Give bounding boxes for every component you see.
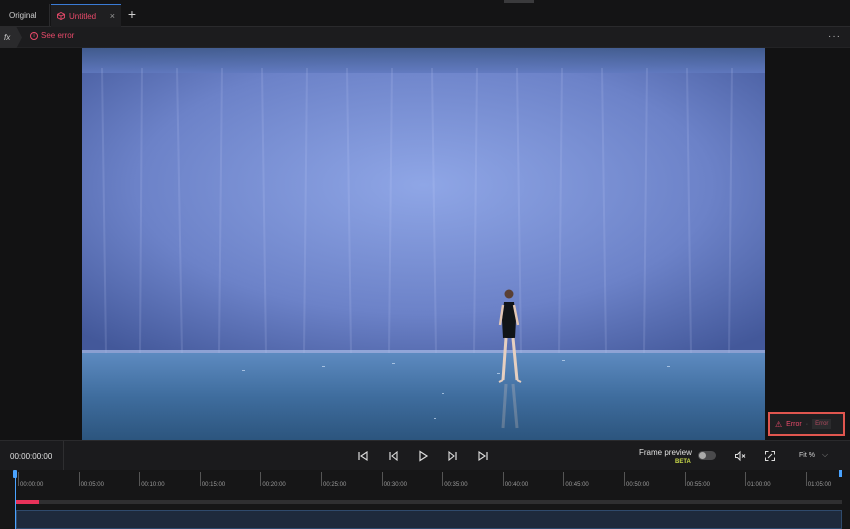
track-progress — [16, 500, 39, 504]
error-indicator[interactable]: ⚠ Error · Error — [768, 412, 845, 436]
timeline-tick — [805, 472, 807, 486]
expand-icon — [765, 451, 775, 461]
tab-untitled[interactable]: Untitled × — [51, 4, 121, 27]
timeline-tick — [321, 472, 322, 486]
timeline-tick — [260, 472, 262, 486]
timeline-tick — [684, 472, 686, 486]
play-button[interactable] — [416, 449, 430, 463]
timeline-tick-label: 00:35:00 — [444, 482, 468, 488]
divider — [63, 441, 64, 471]
timeline-tick — [199, 472, 201, 486]
mute-button[interactable] — [733, 449, 747, 463]
toggle-knob — [699, 452, 706, 459]
speaker-muted-icon — [735, 450, 746, 462]
play-icon — [419, 450, 429, 462]
previous-frame-button[interactable] — [386, 449, 400, 463]
timeline-tick-label: 00:30:00 — [383, 482, 407, 488]
stage-scene — [82, 48, 765, 440]
window-notch — [504, 0, 534, 3]
add-tab-icon[interactable]: + — [125, 6, 139, 22]
close-icon[interactable]: × — [110, 11, 115, 21]
beta-badge: BETA — [675, 459, 691, 465]
see-error-button[interactable]: i See error — [30, 31, 74, 40]
frame-preview-toggle[interactable] — [698, 451, 716, 460]
fx-icon: fx — [4, 33, 11, 42]
warning-icon: ⚠ — [775, 419, 783, 429]
timeline-tick-label: 00:00:00 — [20, 482, 44, 488]
timeline[interactable]: 00:00:00 00:05:00 00:10:00 00:15:00 00:20:00… — [0, 470, 850, 529]
timeline-tick-label: 00:10:00 — [141, 482, 165, 488]
previous-frame-icon — [389, 450, 398, 462]
timeline-tick — [502, 472, 504, 486]
timeline-tick-label: 01:05:00 — [807, 482, 832, 488]
error-sub-label: Error — [812, 419, 832, 429]
timeline-tick-label: 00:25:00 — [323, 482, 347, 488]
see-error-label: See error — [41, 31, 75, 40]
timeline-tick — [624, 472, 625, 486]
timeline-tick — [139, 472, 141, 486]
playback-controls: 00:00:00:00 Frame preview BETA Fit % ⌵ — [0, 440, 850, 471]
video-clip[interactable] — [16, 510, 842, 529]
separator-icon: · — [805, 420, 809, 428]
tab-bar: Original Untitled × + — [0, 0, 850, 27]
track-bar[interactable] — [16, 500, 842, 504]
next-frame-icon — [448, 450, 457, 462]
next-frame-button[interactable] — [446, 449, 460, 463]
timeline-tick-label: 00:40:00 — [504, 482, 529, 488]
timeline-tick — [442, 472, 444, 486]
toolbar: fx i See error ··· — [0, 27, 850, 48]
fx-button[interactable]: fx — [0, 27, 22, 48]
timeline-tick-label: 00:15:00 — [201, 482, 226, 488]
tab-untitled-label: Untitled — [69, 11, 97, 21]
tab-original-label: Original — [9, 11, 37, 20]
skip-to-end-button[interactable] — [476, 449, 490, 463]
chevron-down-icon[interactable]: ⌵ — [822, 450, 828, 460]
video-viewer — [0, 48, 850, 440]
video-frame[interactable] — [82, 48, 765, 440]
timeline-tick — [381, 472, 383, 486]
end-marker[interactable] — [839, 470, 842, 477]
timeline-tick-label: 01:00:00 — [747, 482, 771, 488]
timeline-ruler[interactable]: 00:00:00 00:05:00 00:10:00 00:15:00 00:20:00… — [0, 470, 850, 492]
tab-original[interactable]: Original — [0, 4, 50, 27]
frame-preview-label: Frame preview — [639, 448, 692, 457]
zoom-fit-select[interactable]: Fit % — [799, 452, 815, 459]
error-label: Error — [786, 420, 802, 428]
timeline-tick — [78, 472, 80, 486]
timeline-tick-label: 00:20:00 — [262, 482, 286, 488]
timeline-tick — [18, 472, 19, 486]
skip-start-icon — [358, 450, 368, 462]
timeline-tick — [563, 472, 565, 486]
timeline-tick-label: 00:05:00 — [80, 482, 104, 488]
cube-icon — [57, 12, 65, 20]
skip-to-start-button[interactable] — [356, 449, 370, 463]
fullscreen-button[interactable] — [763, 449, 777, 463]
timecode-display: 00:00:00:00 — [10, 452, 53, 461]
more-options-icon[interactable]: ··· — [828, 31, 841, 42]
timeline-tick — [745, 472, 747, 486]
timeline-tick-label: 00:50:00 — [626, 482, 650, 488]
timeline-tick-label: 00:45:00 — [565, 482, 589, 488]
timeline-tick-label: 00:55:00 — [686, 482, 710, 488]
info-icon: i — [30, 31, 38, 40]
skip-end-icon — [478, 450, 488, 462]
